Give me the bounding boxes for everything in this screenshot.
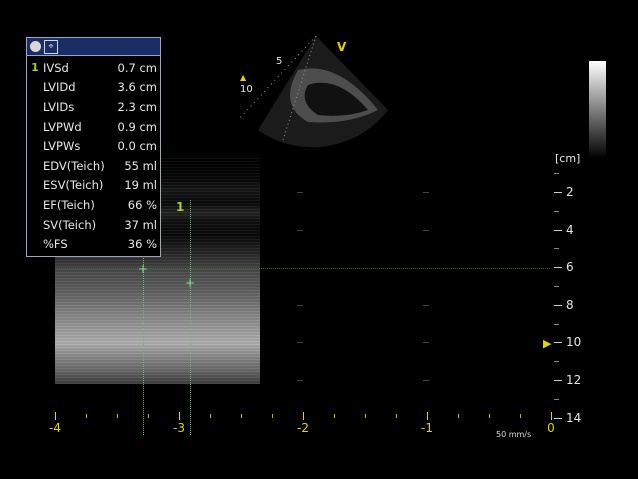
time-minor-tick: [117, 414, 118, 418]
measurement-label: %FS: [43, 237, 68, 252]
measurement-value: 3.6 cm: [117, 80, 157, 95]
measurement-row[interactable]: 1 IVSd 0.7 cm: [27, 58, 160, 78]
sweep-speed: 50 mm/s: [496, 430, 532, 439]
depth-minor-tick: [554, 248, 559, 250]
measurement-row[interactable]: EF(Teich) 66 %: [27, 195, 160, 215]
measurement-value: 55 ml: [124, 158, 157, 173]
depth-tick: [554, 267, 562, 269]
measurement-value: 0.7 cm: [117, 60, 157, 75]
time-tick: [179, 412, 180, 420]
measurement-value: 36 %: [127, 237, 157, 252]
grayscale-bar: [589, 61, 606, 158]
sector-depth-mark-10: 10: [240, 84, 253, 95]
depth-label: 8: [566, 297, 574, 312]
time-label: -4: [49, 421, 61, 435]
time-tick: [55, 412, 56, 420]
measurement-row[interactable]: LVIDd 3.6 cm: [27, 78, 160, 98]
time-minor-tick: [148, 414, 149, 418]
measurement-label: ESV(Teich): [43, 178, 104, 193]
measurement-value: 0.0 cm: [117, 139, 157, 154]
depth-tick: [554, 229, 562, 231]
depth-tick: [554, 380, 562, 381]
time-minor-tick: [520, 414, 521, 418]
caliper-line-2: [190, 200, 191, 435]
row-index: 1: [31, 61, 39, 75]
measurement-row[interactable]: EDV(Teich) 55 ml: [27, 156, 160, 176]
caliper-label: 1: [176, 200, 185, 214]
measurement-label: EF(Teich): [43, 197, 95, 212]
sector-orientation-mark: V: [337, 40, 347, 54]
depth-label: 14: [566, 410, 582, 425]
depth-label: 12: [566, 373, 582, 387]
depth-minor-tick: [554, 173, 559, 175]
depth-minor-tick: [554, 286, 559, 287]
depth-label: 2: [566, 185, 574, 199]
record-icon[interactable]: [30, 41, 41, 52]
measurement-row[interactable]: SV(Teich) 37 ml: [27, 215, 160, 235]
depth-label: 4: [566, 222, 574, 237]
time-minor-tick: [210, 414, 211, 418]
time-label: 0: [547, 421, 555, 435]
measurement-value: 2.3 cm: [117, 99, 157, 114]
measurement-row[interactable]: LVIDs 2.3 cm: [27, 97, 160, 117]
cursor-icon[interactable]: ⌖: [44, 39, 58, 54]
depth-tick: [554, 417, 562, 419]
time-minor-tick: [365, 414, 366, 418]
measurement-row[interactable]: %FS 36 %: [27, 234, 160, 254]
depth-6-guide: [55, 268, 550, 269]
depth-label: 6: [566, 260, 574, 275]
measurement-row[interactable]: LVPWs 0.0 cm: [27, 136, 160, 156]
measurement-label: LVPWd: [43, 119, 82, 134]
caliper-line-1: [143, 255, 144, 435]
measurement-label: IVSd: [43, 60, 69, 75]
measurement-label: SV(Teich): [43, 217, 97, 232]
time-label: -1: [421, 421, 433, 435]
depth-minor-tick: [554, 361, 559, 363]
sector-depth-mark-5: 5: [276, 56, 283, 67]
measurement-label: LVIDs: [43, 99, 75, 114]
time-minor-tick: [396, 414, 397, 418]
measurement-label: EDV(Teich): [43, 158, 105, 173]
panel-titlebar[interactable]: ⌖: [27, 38, 160, 56]
measurement-value: 0.9 cm: [117, 119, 157, 134]
depth-tick: [554, 192, 562, 193]
focus-marker-icon[interactable]: ▶: [543, 337, 551, 350]
measurement-row[interactable]: ESV(Teich) 19 ml: [27, 176, 160, 196]
measurement-label: LVIDd: [43, 80, 76, 95]
depth-unit-label: [cm]: [555, 152, 581, 165]
time-tick: [303, 412, 304, 420]
caliper-cross-1[interactable]: +: [138, 263, 148, 275]
measurement-panel[interactable]: ⌖ 1 IVSd 0.7 cm LVIDd 3.6 cm LVIDs 2.3 cm LVPWd…: [26, 37, 161, 257]
time-minor-tick: [489, 414, 490, 418]
time-minor-tick: [458, 414, 459, 418]
time-minor-tick: [241, 414, 242, 418]
measurement-row[interactable]: LVPWd 0.9 cm: [27, 117, 160, 137]
depth-tick: [554, 304, 562, 306]
time-tick: [551, 412, 552, 420]
measurement-label: LVPWs: [43, 139, 81, 154]
depth-tick: [554, 342, 562, 344]
time-tick: [427, 412, 428, 420]
caliper-cross-2[interactable]: +: [185, 277, 195, 289]
depth-minor-tick: [554, 323, 559, 325]
measurement-value: 66 %: [127, 197, 157, 212]
time-label: -2: [297, 421, 309, 435]
time-minor-tick: [86, 414, 87, 418]
measurement-value: 37 ml: [124, 217, 157, 232]
time-minor-tick: [272, 414, 273, 418]
depth-label: 10: [566, 335, 582, 350]
time-minor-tick: [334, 414, 335, 418]
time-label: -3: [173, 421, 185, 435]
sector-2d-image: [237, 35, 388, 148]
depth-minor-tick: [554, 398, 559, 400]
depth-minor-tick: [554, 210, 559, 212]
measurement-list: 1 IVSd 0.7 cm LVIDd 3.6 cm LVIDs 2.3 cm LVPWd 0.…: [27, 56, 160, 254]
sector-arrow-marker: ▲: [240, 73, 247, 82]
measurement-value: 19 ml: [124, 178, 157, 193]
